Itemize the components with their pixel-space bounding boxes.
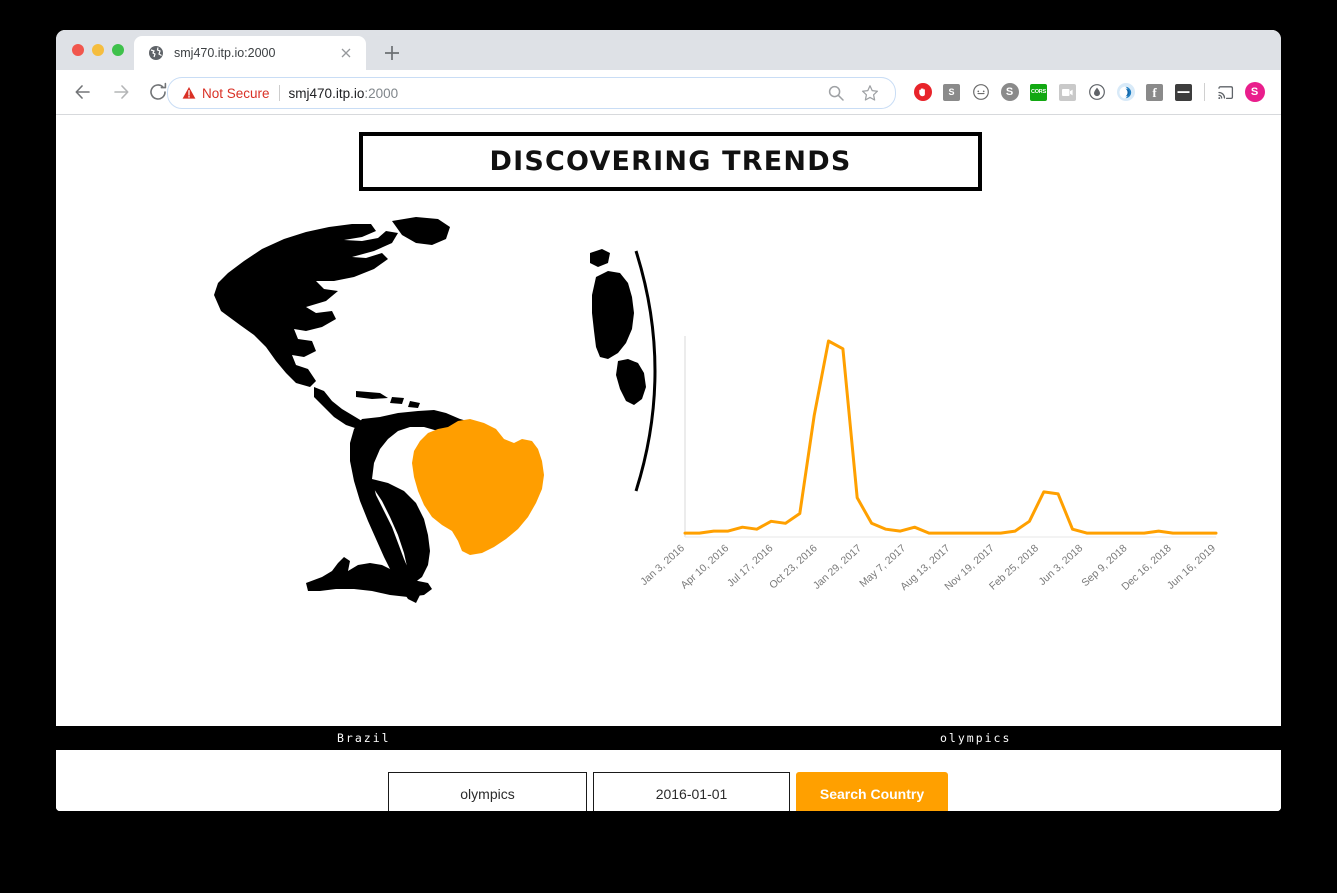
chart-x-tick-label: Jun 3, 2018 [1036,542,1085,588]
page-content: DISCOVERING TRENDS Jan 3, 2016 Apr 10, 2… [56,115,1281,811]
browser-window: smj470.itp.io:2000 Not Secure smj470.itp… [56,30,1281,811]
north-america-landmass [214,224,398,387]
reload-icon[interactable] [147,81,169,103]
browser-tab[interactable]: smj470.itp.io:2000 [134,36,366,70]
toolbar-divider [1204,83,1205,101]
visualization-row: Jan 3, 2016 Apr 10, 2016 Jul 17, 2016 Oct 2… [56,191,1281,646]
arrow-right-icon[interactable] [110,81,132,103]
browser-extensions-row: S S CORS f ▬▬ S [908,78,1281,106]
close-icon[interactable] [338,45,354,61]
minimize-window-button[interactable] [92,44,104,56]
video-extension-icon[interactable] [1053,78,1082,106]
avatar[interactable]: S [1240,78,1269,106]
address-bar-url: smj470.itp.io:2000 [289,86,399,101]
security-label: Not Secure [202,85,270,101]
s-extension-icon[interactable]: S [937,78,966,106]
browser-tab-strip: smj470.itp.io:2000 [56,30,1281,70]
date-input[interactable] [593,772,790,811]
kebab-menu-icon[interactable] [1269,78,1281,106]
facebook-extension-icon[interactable]: f [1140,78,1169,106]
trend-chart[interactable]: Jan 3, 2016 Apr 10, 2016 Jul 17, 2016 Oct 2… [638,331,1231,621]
search-form: Search Country Search World [56,750,1281,811]
security-warning[interactable]: Not Secure [182,86,270,101]
globe-map[interactable] [166,191,666,611]
chart-line-series [683,339,1218,535]
country-word-input[interactable] [388,772,587,811]
window-traffic-lights [72,44,124,56]
profile-initial: S [1244,82,1265,102]
adblock-extension-icon[interactable] [908,78,937,106]
chart-x-tick-labels: Jan 3, 2016Apr 10, 2016Jul 17, 2016Oct 2… [638,542,1218,593]
globe-svg [214,217,657,603]
caption-bar: Brazil olympics [56,726,1281,750]
trend-chart-svg: Jan 3, 2016Apr 10, 2016Jul 17, 2016Oct 2… [638,336,1218,593]
page-title: DISCOVERING TRENDS [489,146,852,177]
globe-icon [148,45,164,61]
central-america-landmass [314,387,362,429]
chart-x-tick-label: Apr 10, 2016 [679,542,732,591]
page-title-banner: DISCOVERING TRENDS [359,132,982,191]
caption-word-label: olympics [940,731,1012,745]
europe-limb-landmass [590,249,610,267]
africa-limb-landmass [592,271,646,405]
globe-land-shapes [214,217,657,603]
cors-extension-icon[interactable]: CORS [1024,78,1053,106]
search-country-button[interactable]: Search Country [796,772,948,811]
pocket-extension-icon[interactable] [1111,78,1140,106]
url-host: smj470.itp.io [288,85,365,101]
chart-x-tick-label: Jan 29, 2017 [811,542,864,592]
evernote-extension-icon[interactable]: ▬▬ [1169,78,1198,106]
close-window-button[interactable] [72,44,84,56]
zoom-search-icon[interactable] [827,84,845,102]
search-form-grid: Search Country Search World [388,772,948,811]
star-icon[interactable] [861,84,879,102]
greenland-landmass [392,217,450,245]
url-port: :2000 [364,85,399,101]
warning-triangle-icon [182,87,196,99]
skype-extension-icon[interactable]: S [995,78,1024,106]
maximize-window-button[interactable] [112,44,124,56]
plus-icon[interactable] [381,42,403,64]
browser-toolbar: Not Secure smj470.itp.io:2000 S S CORS f… [56,70,1281,115]
brazil-highlighted [412,419,544,555]
cast-icon[interactable] [1211,78,1240,106]
omnibox-divider [278,85,280,101]
chart-x-tick-label: Jun 16, 2019 [1165,542,1218,592]
caption-country-label: Brazil [337,731,391,745]
arrow-left-icon[interactable] [72,81,94,103]
caribbean-islands [356,391,420,408]
browser-tab-title: smj470.itp.io:2000 [174,46,276,60]
address-bar[interactable]: Not Secure smj470.itp.io:2000 [167,77,896,109]
smiley-extension-icon[interactable] [966,78,995,106]
droplet-extension-icon[interactable] [1082,78,1111,106]
